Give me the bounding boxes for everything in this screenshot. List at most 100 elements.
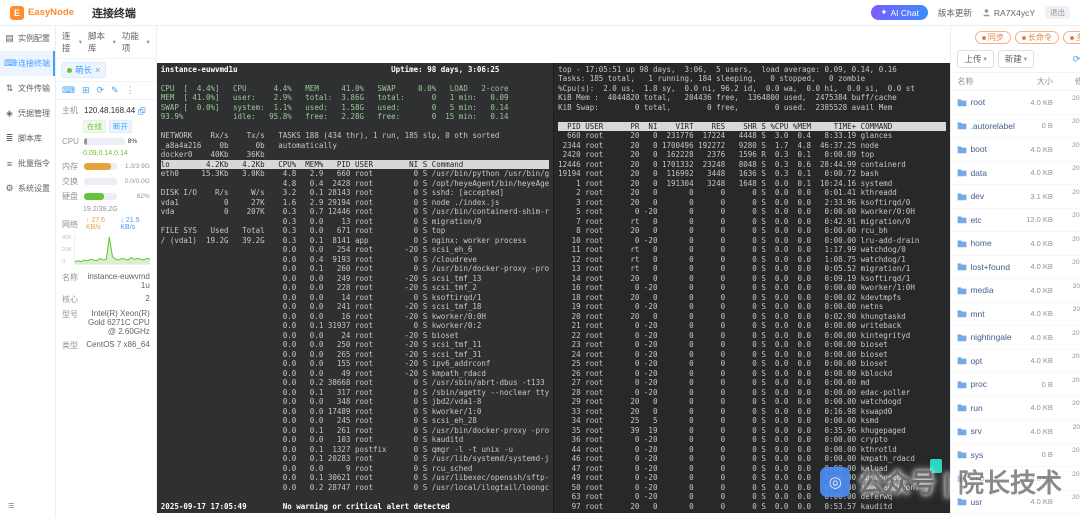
terminal-line: 0.0 0.0 228 root -20 S scsi_tmf_2	[161, 283, 549, 293]
terminal-pane-glances[interactable]: instance-euwvmd1u Uptime: 98 days, 3:06:…	[157, 63, 554, 514]
folder-icon	[957, 474, 967, 483]
terminal-line: FILE SYS Used Total 0.3 0.0 671 root 0 S…	[161, 226, 549, 236]
file-size: 4.0 KB	[1015, 145, 1053, 154]
terminal-line: 0.0 0.0 9 root 0 S rcu_sched	[161, 464, 549, 474]
logout-button[interactable]: 退出	[1045, 6, 1070, 19]
terminal-line: 5 root 0 -20 0 0 0 S 0.0 0.0 0:00.00 kwo…	[558, 207, 946, 217]
column-mtime[interactable]: 修改时间	[1053, 76, 1080, 87]
memory-label: 内存	[62, 161, 81, 172]
file-row[interactable]: opt 4.0 KB 2025-09-15 10:46:20	[951, 350, 1080, 374]
session-tab-label: 萌长	[75, 64, 92, 76]
terminal-line: 0.0 0.0 249 root -20 S scsi_tmf_13	[161, 274, 549, 284]
file-mtime-date: 2025-09-17	[1053, 471, 1080, 479]
folder-icon	[957, 497, 967, 506]
session-toolbar: ⌨ ⊞ ⟳ ✎ ⋮	[56, 82, 156, 100]
terminal-line	[558, 112, 946, 122]
user-menu[interactable]: RA7X4ycY	[982, 8, 1035, 18]
terminal-line: Tasks: 185 total, 1 running, 184 sleepin…	[558, 74, 946, 84]
feature-pill[interactable]: 同步	[975, 31, 1011, 44]
file-mtime-date: 2025-09-16	[1053, 95, 1080, 103]
column-size[interactable]: 大小	[1015, 76, 1053, 87]
file-row[interactable]: root 4.0 KB 2025-09-16 15:34:38	[951, 91, 1080, 115]
scroll-to-bottom-button[interactable]	[930, 459, 942, 473]
refresh-icon[interactable]: ⟳	[1073, 54, 1080, 65]
memory-detail: 1.3/3.9G	[120, 163, 150, 170]
file-row[interactable]: run 4.0 KB 2025-09-16 15:41:42	[951, 397, 1080, 421]
session-tab[interactable]: 萌长 ×	[61, 62, 106, 78]
sidebar-item[interactable]: ▤ 实例配置	[0, 26, 55, 51]
file-row[interactable]: media 4.0 KB 2018-04-11 12:59:55	[951, 279, 1080, 303]
load-average: 0.09,0.14,0.14	[62, 150, 150, 157]
sidebar-item-label: 文件传输	[18, 83, 50, 94]
terminal-line: 2 root 20 0 0 0 0 S 0.0 0.0 0:01.41 kthr…	[558, 188, 946, 198]
terminal-line: 0.0 0.0 17489 root 0 S kworker/1:0	[161, 407, 549, 417]
file-row[interactable]: home 4.0 KB 2024-09-04 16:21:53	[951, 232, 1080, 256]
edit-icon[interactable]: ✎	[111, 85, 119, 96]
feature-pill[interactable]: 长命令	[1015, 31, 1059, 44]
sidebar-item[interactable]: ≣ 脚本库	[0, 126, 55, 151]
file-row[interactable]: usr 4.0 KB 2025-09-06 03:42:05	[951, 491, 1080, 515]
file-row[interactable]: srv 4.0 KB 2018-04-11 12:59:55	[951, 420, 1080, 444]
terminal-line: 20 root 20 0 0 0 0 S 0.0 0.0 0:02.90 khu…	[558, 312, 946, 322]
file-mtime-time: 15:35:33	[1053, 173, 1080, 181]
close-tab-icon[interactable]: ×	[95, 65, 100, 75]
sidebar-item[interactable]: ◈ 凭据管理	[0, 101, 55, 126]
file-mtime-time: 10:46:20	[1053, 361, 1080, 369]
disconnect-button[interactable]: 断开	[109, 120, 132, 133]
app-logo[interactable]: E EasyNode	[10, 6, 74, 20]
dropdown-menu[interactable]: 脚本库 ▾	[88, 30, 116, 54]
dropdown-menu[interactable]: 功能项 ▾	[122, 30, 150, 54]
sidebar-item[interactable]: ⌨ 连接终端	[0, 51, 55, 76]
file-row[interactable]: data 4.0 KB 2025-09-16 15:35:33	[951, 162, 1080, 186]
file-row[interactable]: lost+found 4.0 KB 2021-01-26 14:52:28	[951, 256, 1080, 280]
version-update-link[interactable]: 版本更新	[938, 7, 972, 19]
file-row[interactable]: tmp 4.0 KB 2025-09-17 17:03:10	[951, 467, 1080, 491]
more-icon[interactable]: ⋮	[126, 85, 135, 96]
ai-chat-button[interactable]: ✦ AI Chat	[871, 5, 927, 20]
cores-label: 核心	[62, 294, 81, 305]
file-row[interactable]: proc 0 B 2025-09-16 15:33:40	[951, 373, 1080, 397]
file-mtime: 2025-09-06 03:42:05	[1053, 494, 1080, 509]
file-row[interactable]: etc 12.0 KB 2025-09-12 14:46:32	[951, 209, 1080, 233]
terminal-line: DISK I/O R/s W/s 3.2 0.1 28143 root 0 S …	[161, 188, 549, 198]
feature-pill[interactable]: 多窗口	[1063, 31, 1080, 44]
terminal-line: 25 root 0 -20 0 0 0 S 0.0 0.0 0:00.00 bi…	[558, 359, 946, 369]
file-row[interactable]: .autorelabel 0 B 2023-12-05 21:03:46	[951, 115, 1080, 139]
file-name: nightingale	[970, 332, 1014, 342]
model-label: 型号	[62, 309, 81, 336]
file-mtime: 2025-09-16 15:33:40	[1053, 377, 1080, 392]
column-name[interactable]: 名称	[957, 76, 1014, 87]
terminal-icon[interactable]: ⌨	[62, 85, 75, 96]
split-screen-icon[interactable]: ⊞	[82, 85, 90, 96]
refresh-icon[interactable]: ⟳	[97, 85, 105, 96]
upload-button[interactable]: 上传 ▾	[957, 50, 993, 68]
terminal[interactable]: instance-euwvmd1u Uptime: 98 days, 3:06:…	[157, 63, 951, 514]
sidebar-item[interactable]: ⚙ 系统设置	[0, 176, 55, 201]
file-mtime-date: 2025-08-20	[1053, 189, 1080, 197]
file-row[interactable]: sys 0 B 2025-09-16 15:33:41	[951, 444, 1080, 468]
file-size: 4.0 KB	[1015, 286, 1053, 295]
sidebar-item[interactable]: ⇅ 文件传输	[0, 76, 55, 101]
file-row[interactable]: nightingale 4.0 KB 2025-09-17 11:04:23	[951, 326, 1080, 350]
terminal-line: 35 root 39 19 0 0 0 S 0.0 0.0 0:35.96 kh…	[558, 426, 946, 436]
file-row[interactable]: dev 3.1 KB 2025-08-20 14:46:06	[951, 185, 1080, 209]
memory-bar-fill	[84, 163, 111, 170]
file-row[interactable]: boot 4.0 KB 2023-12-05 21:03:49	[951, 138, 1080, 162]
dropdown-menu[interactable]: 连接 ▾	[62, 30, 82, 54]
terminal-line: instance-euwvmd1u Uptime: 98 days, 3:06:…	[161, 65, 549, 75]
spark-ymin: 0	[62, 259, 72, 265]
terminal-pane-top[interactable]: top - 17:05:51 up 98 days, 3:06, 5 users…	[554, 63, 950, 514]
swap-bar	[84, 178, 117, 185]
copy-icon[interactable]	[138, 107, 146, 115]
folder-icon	[957, 333, 967, 342]
file-row[interactable]: mnt 4.0 KB 2018-04-11 12:59:55	[951, 303, 1080, 327]
new-button[interactable]: 新建 ▾	[998, 50, 1034, 68]
file-size: 0 B	[1015, 380, 1053, 389]
collapse-sidebar-button[interactable]: ≡	[0, 494, 22, 518]
feature-pills: 同步 长命令 多窗口	[951, 26, 1080, 47]
file-mtime: 2023-12-05 21:03:49	[1053, 142, 1080, 157]
terminal-line: 0.0 0.1 30621 root 0 S /usr/libexec/open…	[161, 473, 549, 483]
sidebar-item[interactable]: ≡ 批量指令	[0, 151, 55, 176]
file-size: 4.0 KB	[1015, 474, 1053, 483]
swap-label: 交换	[62, 176, 81, 187]
